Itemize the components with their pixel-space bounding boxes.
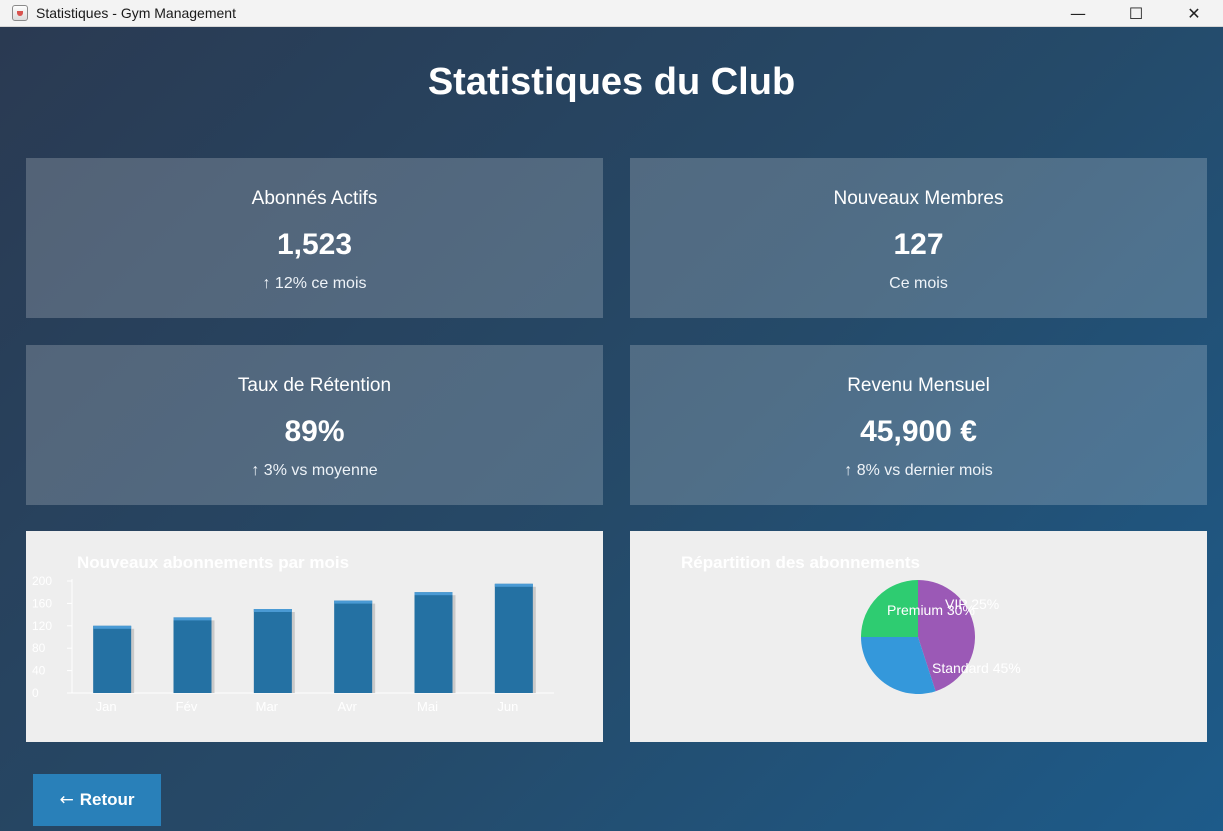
back-button-label: Retour [79,790,135,809]
maximize-button[interactable]: ☐ [1107,0,1165,26]
stat-card-retention-rate: Taux de Rétention 89% ↑ 3% vs moyenne [26,345,603,505]
pie-chart-title: Répartition des abonnements [681,553,920,572]
y-tick-label: 120 [32,619,52,633]
close-button[interactable]: ✕ [1165,0,1223,26]
bar-chart: Nouveaux abonnements par mois 0 40 80 120 160… [32,553,554,714]
stat-subtext: Ce mois [889,275,948,292]
stat-value: 1,523 [276,228,353,261]
y-tick-label: 80 [32,641,46,655]
minimize-button[interactable]: — [1049,0,1107,26]
y-tick-label: 200 [32,574,52,588]
stat-label: Revenu Mensuel [847,375,990,396]
bar [253,609,292,693]
bar-highlight [334,600,373,604]
page-title: Statistiques du Club [427,61,796,103]
x-tick-label: Jan [96,699,117,714]
y-tick-label: 40 [32,664,46,678]
bar [494,583,533,693]
bar [414,592,453,693]
bar [173,617,212,693]
stat-label: Taux de Rétention [237,375,392,396]
stat-value: 127 [893,228,944,261]
arrow-left-icon: ← [59,790,74,810]
stat-card-monthly-revenue: Revenu Mensuel 45,900 € ↑ 8% vs dernier … [630,345,1207,505]
x-tick-label: Jun [497,699,518,714]
bar-highlight [173,617,212,621]
window-title: Statistiques - Gym Management [36,5,236,21]
bar-highlight [414,592,453,596]
stat-label: Nouveaux Membres [833,188,1004,209]
stat-value: 89% [284,415,345,448]
stat-subtext: ↑ 8% vs dernier mois [844,462,993,479]
bar [93,625,132,693]
window-titlebar: Statistiques - Gym Management — ☐ ✕ [0,0,1223,27]
pie-slice-label: Standard 45% [932,660,1021,676]
stat-subtext: ↑ 12% ce mois [262,275,367,292]
main-content: Statistiques du Club Abonnés Actifs 1,52… [0,27,1223,831]
bar-highlight [494,583,533,587]
bar-highlight [253,609,292,612]
back-button[interactable]: ← Retour [33,774,161,826]
bar-highlight [93,625,132,629]
x-tick-label: Mai [417,699,438,714]
stat-subtext: ↑ 3% vs moyenne [251,462,378,479]
x-tick-label: Avr [338,699,358,714]
stat-card-new-members: Nouveaux Membres 127 Ce mois [630,158,1207,318]
bar-chart-panel: Nouveaux abonnements par mois 0 40 80 120 160… [26,531,603,742]
stat-value: 45,900 € [860,415,977,448]
x-tick-label: Fév [176,699,198,714]
stat-label: Abonnés Actifs [251,188,378,209]
y-tick-label: 0 [32,686,39,700]
bar [334,600,373,693]
window-controls: — ☐ ✕ [1049,0,1223,26]
pie-chart-panel: Répartition des abonnements Standard 45% P… [630,531,1207,742]
java-app-icon [12,5,28,21]
x-tick-label: Mar [256,699,279,714]
stat-card-active-subscribers: Abonnés Actifs 1,523 ↑ 12% ce mois [26,158,603,318]
pie-chart: Répartition des abonnementsStandard 45%P… [681,553,1021,694]
pie-slice-label: VIP 25% [945,596,999,612]
bar-chart-title: Nouveaux abonnements par mois [77,553,349,572]
y-tick-label: 160 [32,596,52,610]
